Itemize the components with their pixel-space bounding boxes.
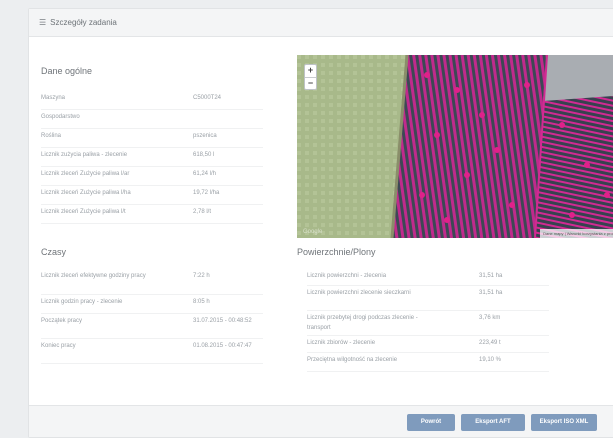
row-divider [307, 335, 549, 336]
general-row-label: Maszyna [41, 95, 66, 101]
times-row-value: 8:05 h [193, 299, 210, 305]
areas-row-value: 3,76 km [479, 315, 501, 321]
map-zoom-control: + − [304, 64, 317, 90]
general-row-value: 2,78 l/t [193, 209, 212, 215]
general-row-label: Licznik zużycia paliwa - zlecenie [41, 152, 128, 158]
areas-row-label: Licznik powierzchni - zlecenia [307, 273, 387, 279]
areas-row-label: Licznik przebytej drogi podczas zlecenie… [307, 315, 418, 331]
row-divider [41, 313, 263, 314]
row-divider [41, 363, 263, 364]
times-row-value: 31.07.2015 - 00:48:52 [193, 318, 252, 324]
general-row-value: 19,72 l/ha [193, 190, 220, 196]
panel-title: Szczegóły zadania [50, 18, 117, 27]
general-row-label: Roślina [41, 133, 62, 139]
areas-row-value: 19,10 % [479, 357, 502, 363]
map-brand-logo: Google [303, 229, 323, 235]
times-row-label: Koniec pracy [41, 343, 76, 349]
tasks-icon: ☰ [39, 18, 47, 27]
row-divider [41, 204, 263, 205]
row-divider [307, 352, 549, 353]
panel-header: ☰ Szczegóły zadania [29, 9, 613, 37]
row-divider [41, 166, 263, 167]
general-row-label: Licznik zleceń Zużycie paliwa l/t [41, 209, 126, 215]
task-details-panel: ☰ Szczegóły zadania Dane ogólne Maszyna C… [28, 8, 613, 438]
row-divider [307, 310, 549, 311]
map-attribution[interactable]: Dane mapy | Warunki korzystania z progra… [540, 229, 613, 238]
export-iso-xml-button[interactable]: Eksport ISO XML [531, 414, 597, 431]
times-row-label: Licznik godzin pracy - zlecenie [41, 299, 123, 305]
row-divider [41, 147, 263, 148]
general-row-label: Licznik zleceń Zużycie paliwa l/ha [41, 190, 131, 196]
times-row-label: Początek pracy [41, 318, 83, 324]
back-button[interactable]: Powrót [407, 414, 455, 431]
times-row-value: 7:22 h [193, 273, 210, 279]
general-row-value: C5000T24 [193, 95, 222, 101]
areas-row-value: 31,51 ha [479, 290, 503, 296]
general-row-value: 618,50 l [193, 152, 215, 158]
general-row-label: Licznik zleceń Zużycie paliwa l/ar [41, 171, 130, 177]
general-row-value: 61,24 l/h [193, 171, 217, 177]
areas-row-label: Przeciętna wilgotność na zlecenie [307, 357, 398, 363]
areas-row-value: 31,51 ha [479, 273, 503, 279]
times-row-value: 01.08.2015 - 00:47:47 [193, 343, 252, 349]
areas-row-label: Licznik powierzchni zlecenie sieczkarni [307, 290, 411, 296]
row-divider [41, 128, 263, 129]
areas-row-value: 223,49 t [479, 340, 501, 346]
field-map[interactable]: + − Google Dane mapy | Warunki korzystan… [297, 55, 613, 238]
export-aft-button[interactable]: Eksport AFT [461, 414, 525, 431]
row-divider [41, 109, 263, 110]
row-divider [307, 285, 549, 286]
row-divider [41, 294, 263, 295]
general-section-title: Dane ogólne [41, 66, 93, 76]
areas-row-label: Licznik zbiorów - zlecenie [307, 340, 376, 346]
areas-section-title: Powierzchnie/Plony [297, 247, 376, 257]
row-divider [41, 223, 263, 224]
field-map-image [297, 55, 613, 238]
general-row-value: pszenica [193, 133, 217, 139]
row-divider [307, 371, 549, 372]
times-row-label: Licznik zleceń efektywne godziny pracy [41, 273, 146, 279]
row-divider [41, 185, 263, 186]
times-section-title: Czasy [41, 247, 67, 257]
zoom-in-button[interactable]: + [305, 65, 316, 77]
general-row-label: Gospodarstwo [41, 114, 80, 120]
panel-footer: Powrót Eksport AFT Eksport ISO XML [29, 405, 613, 437]
row-divider [41, 338, 263, 339]
zoom-out-button[interactable]: − [305, 77, 316, 89]
